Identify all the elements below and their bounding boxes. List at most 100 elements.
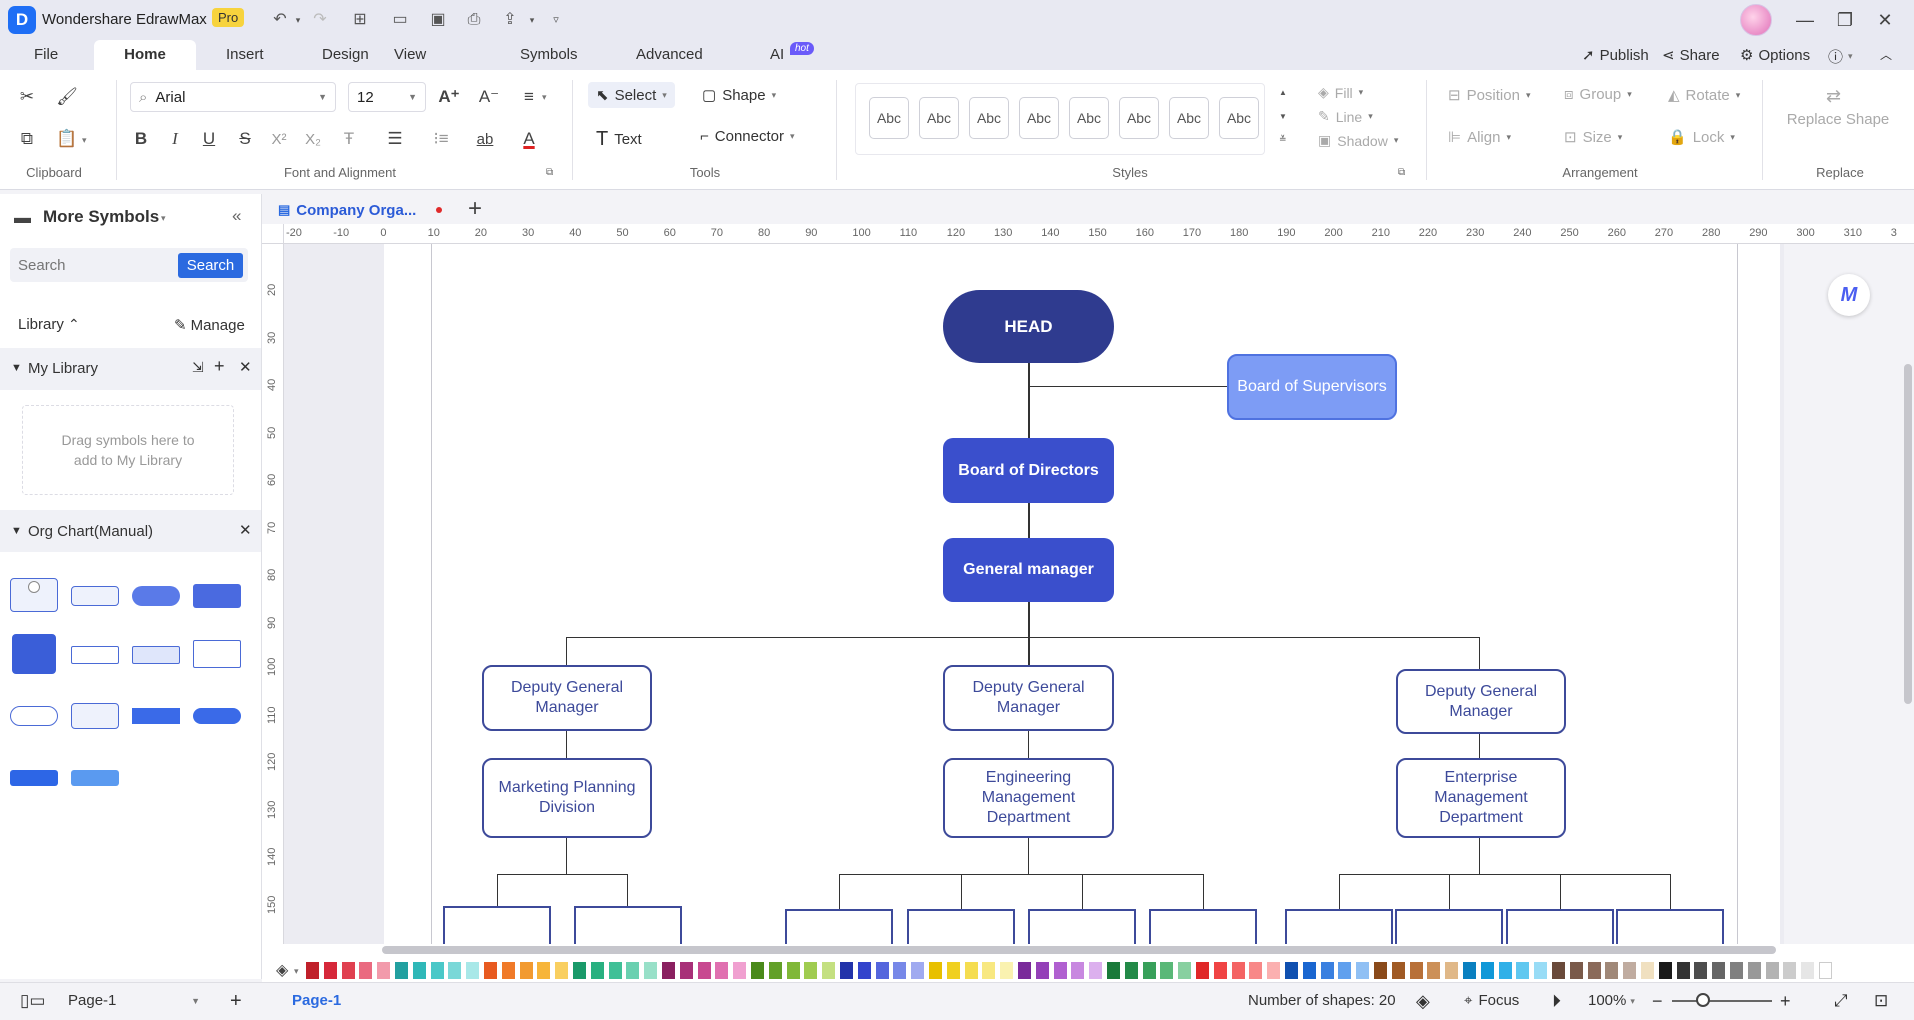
fill-button[interactable]: ◈ Fill ▾ [1318,84,1363,101]
undo-dropdown-icon[interactable]: ▾ [288,10,308,30]
org-symbol-thumb[interactable] [71,646,119,664]
symbol-search-button[interactable]: Search [178,253,243,278]
color-swatch[interactable] [964,962,978,979]
paste-dropdown-icon[interactable]: ▾ [82,135,87,146]
color-swatch[interactable] [1605,962,1619,979]
org-node-deputy-2[interactable]: Deputy General Manager [943,665,1114,731]
options-button[interactable]: ⚙ Options [1740,46,1810,65]
vertical-scrollbar[interactable] [1904,364,1912,704]
color-swatch[interactable] [1071,962,1085,979]
org-node-supervisors[interactable]: Board of Supervisors [1227,354,1397,420]
color-swatch[interactable] [412,962,426,979]
org-node-dept-marketing[interactable]: Marketing Planning Division [482,758,652,838]
color-swatch[interactable] [911,962,925,979]
layers-icon[interactable]: ◈ [1416,982,1430,1020]
color-swatch[interactable] [1658,962,1672,979]
color-swatch[interactable] [946,962,960,979]
color-swatch[interactable] [786,962,800,979]
publish-button[interactable]: ➚ Publish [1582,46,1649,65]
color-swatch[interactable] [1676,962,1690,979]
font-family-select[interactable]: ⌕ Arial ▼ [130,82,336,112]
close-icon[interactable]: ✕ [239,358,252,376]
color-swatch[interactable] [395,962,408,979]
collapse-ribbon-icon[interactable]: ︿ [1880,46,1892,63]
color-swatch[interactable] [1480,962,1494,979]
zoom-slider-track[interactable] [1672,1000,1772,1002]
copy-icon[interactable]: ⧉ [16,128,38,150]
collapse-sidebar-icon[interactable]: « [232,206,241,226]
color-swatch[interactable] [1178,962,1192,979]
export-dropdown-icon[interactable]: ▾ [522,10,542,30]
text-tool-button[interactable]: T Text [596,128,642,151]
color-swatch[interactable] [875,962,889,979]
sidebar-title-dropdown-icon[interactable]: ▾ [161,213,166,224]
redo-icon[interactable]: ↷ [310,10,330,30]
connector-tool-button[interactable]: ⌐ Connector ▾ [700,128,795,145]
horizontal-scrollbar[interactable] [382,946,1776,954]
color-swatch[interactable] [768,962,782,979]
color-swatch[interactable] [1053,962,1067,979]
fit-page-icon[interactable]: ⤢ [1834,982,1848,1020]
print-icon[interactable]: ⎙ [464,10,484,30]
color-swatch[interactable] [1213,962,1227,979]
menu-tab-view[interactable]: View [378,40,442,70]
color-swatch[interactable] [1000,962,1014,979]
menu-tab-home[interactable]: Home [94,40,196,70]
color-swatch[interactable] [1623,962,1637,979]
color-swatch[interactable] [359,962,373,979]
color-swatch[interactable] [1391,962,1405,979]
org-node-deputy-3[interactable]: Deputy General Manager [1396,669,1566,734]
fill-dropdown-icon[interactable]: ▾ [294,966,299,977]
color-swatch[interactable] [1018,962,1031,979]
play-icon[interactable]: ⏵ [1552,982,1561,1020]
document-tab[interactable]: ▤ Company Orga... [278,195,443,225]
decrease-font-icon[interactable]: A⁻ [478,86,500,108]
bold-icon[interactable]: B [130,128,152,150]
zoom-in-icon[interactable]: + [1780,982,1791,1020]
org-symbol-thumb[interactable] [193,708,241,724]
new-tab-button[interactable]: + [468,195,482,223]
zoom-slider-thumb[interactable] [1696,993,1710,1007]
manage-button[interactable]: ✎ Manage [174,316,245,335]
color-swatch[interactable] [448,962,462,979]
org-node-dept-engineering[interactable]: Engineering Management Department [943,758,1114,838]
color-swatch[interactable] [1374,962,1387,979]
color-swatch[interactable] [1267,962,1281,979]
color-swatch[interactable] [1498,962,1512,979]
org-symbol-thumb[interactable] [10,706,58,726]
color-swatch[interactable] [537,962,551,979]
add-page-icon[interactable]: + [230,982,242,1020]
add-icon[interactable]: + [214,356,225,377]
share-button[interactable]: ⋖ Share [1662,46,1720,65]
color-swatch[interactable] [1124,962,1138,979]
org-symbol-thumb[interactable] [71,703,119,729]
color-swatch[interactable] [377,962,391,979]
color-swatch[interactable] [929,962,942,979]
color-swatch[interactable] [1356,962,1370,979]
color-swatch[interactable] [679,962,693,979]
cut-icon[interactable]: ✂ [16,86,38,108]
color-swatch[interactable] [804,962,818,979]
zoom-level[interactable]: 100% ▾ [1588,982,1635,1020]
color-swatch[interactable] [1569,962,1583,979]
expand-triangle-icon[interactable]: ▼ [11,362,22,374]
import-icon[interactable]: ⇲ [192,359,204,376]
color-swatch[interactable] [662,962,675,979]
color-swatch[interactable] [733,962,747,979]
color-swatch[interactable] [1196,962,1209,979]
color-swatch[interactable] [1712,962,1726,979]
color-swatch[interactable] [1107,962,1120,979]
org-node-deputy-1[interactable]: Deputy General Manager [482,665,652,731]
color-swatch[interactable] [1285,962,1298,979]
color-swatch[interactable] [1409,962,1423,979]
color-swatch[interactable] [341,962,355,979]
customize-toolbar-icon[interactable]: ▿ [546,10,566,30]
increase-font-icon[interactable]: A⁺ [438,86,460,108]
org-symbol-thumb[interactable] [71,586,119,606]
rotate-button[interactable]: ◭ Rotate ▾ [1668,86,1740,105]
expand-triangle-icon[interactable]: ▼ [11,525,22,537]
align-dropdown-icon[interactable]: ▾ [542,92,547,103]
color-swatch[interactable] [1142,962,1156,979]
style-swatch[interactable]: Abc [1169,97,1209,139]
color-swatch[interactable] [501,962,515,979]
